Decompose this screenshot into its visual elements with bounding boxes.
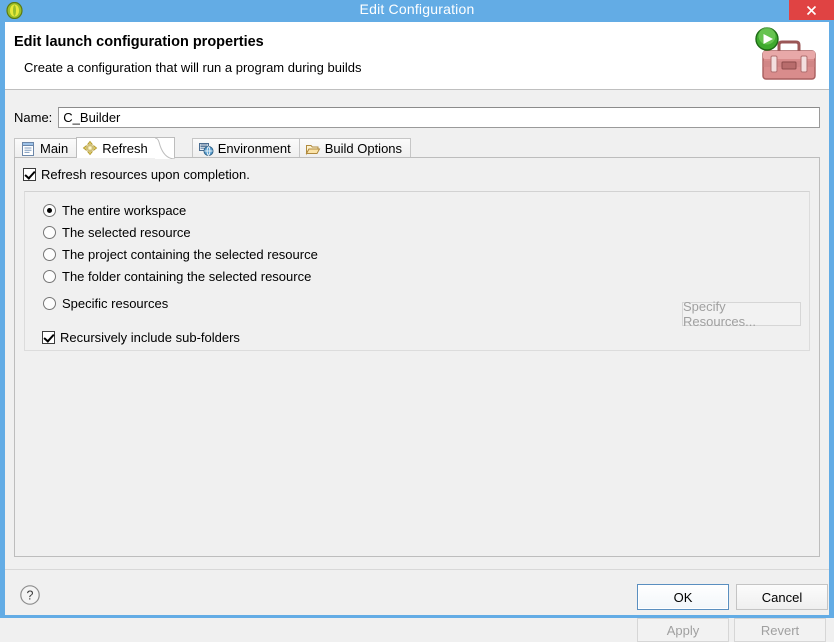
ok-label: OK [673,589,693,605]
page-subtitle: Create a configuration that will run a p… [24,60,362,75]
environment-icon [198,141,214,157]
apply-label: Apply [666,622,700,638]
toolbox-run-icon [749,25,821,87]
checkbox-box [42,331,55,344]
specify-resources-button[interactable]: Specify Resources... [682,299,801,329]
checkbox-box [23,168,36,181]
cancel-label: Cancel [761,589,803,605]
refresh-enable-checkbox[interactable]: Refresh resources upon completion. [23,167,250,182]
tab-environment-label: Environment [217,141,291,156]
name-label: Name: [14,109,53,125]
cancel-button[interactable]: Cancel [736,584,828,610]
recursive-subfolders-label: Recursively include sub-folders [60,330,240,345]
revert-button[interactable]: Revert [734,618,826,642]
tab-folder: Main Refresh Environment Build Options R… [14,137,820,557]
radio-circle [43,297,56,310]
radio-circle [43,226,56,239]
refresh-enable-label: Refresh resources upon completion. [41,167,250,182]
apply-button[interactable]: Apply [637,618,729,642]
configuration-name-input[interactable] [58,106,820,128]
dialog-header: Edit launch configuration properties Cre… [5,22,829,90]
radio-entire-workspace-label: The entire workspace [62,203,187,218]
tab-build-options[interactable]: Build Options [298,138,412,158]
radio-folder-containing-label: The folder containing the selected resou… [62,269,312,284]
title-bar: Edit Configuration [0,0,834,22]
refresh-tab-content: Refresh resources upon completion. The e… [14,157,820,557]
window-frame-right [829,22,834,618]
page-title: Edit launch configuration properties [14,34,264,50]
tab-strip: Main Refresh Environment Build Options [14,137,820,159]
window-title: Edit Configuration [359,1,475,17]
revert-label: Revert [760,622,800,638]
refresh-arrows-icon [82,140,98,156]
help-question-icon[interactable]: ? [19,584,41,606]
refresh-scope-group: The entire workspace The selected resour… [24,191,810,351]
main-document-icon [20,141,36,157]
tab-slant-edge [154,138,175,159]
tab-build-options-label: Build Options [324,141,403,156]
build-folder-icon [305,141,321,157]
tab-environment[interactable]: Environment [191,138,300,158]
specify-resources-label: Specify Resources... [683,299,756,329]
dialog-footer: ? OK Cancel [5,569,829,615]
dialog-body: Name: Main [5,91,829,642]
radio-project-containing-label: The project containing the selected reso… [62,247,318,262]
radio-selected-resource-label: The selected resource [62,225,191,240]
edit-configuration-dialog: Edit Configuration Edit launch configura… [0,0,834,642]
radio-circle [43,270,56,283]
radio-project-containing[interactable]: The project containing the selected reso… [43,247,318,262]
close-icon[interactable] [789,0,834,20]
close-x-glyph [806,5,817,15]
tab-main-label: Main [40,141,69,156]
tab-refresh-label: Refresh [102,140,148,156]
radio-circle [43,248,56,261]
recursive-subfolders-checkbox[interactable]: Recursively include sub-folders [42,330,240,345]
tab-refresh[interactable]: Refresh [76,137,175,159]
tab-main[interactable]: Main [14,138,78,158]
radio-entire-workspace[interactable]: The entire workspace [43,203,186,218]
radio-folder-containing[interactable]: The folder containing the selected resou… [43,269,311,284]
radio-selected-resource[interactable]: The selected resource [43,225,191,240]
svg-text:?: ? [27,588,34,602]
radio-specific-resources-label: Specific resources [62,296,169,311]
radio-circle [43,204,56,217]
name-row: Name: [14,106,820,128]
radio-specific-resources[interactable]: Specific resources [43,296,168,311]
ok-button[interactable]: OK [637,584,729,610]
